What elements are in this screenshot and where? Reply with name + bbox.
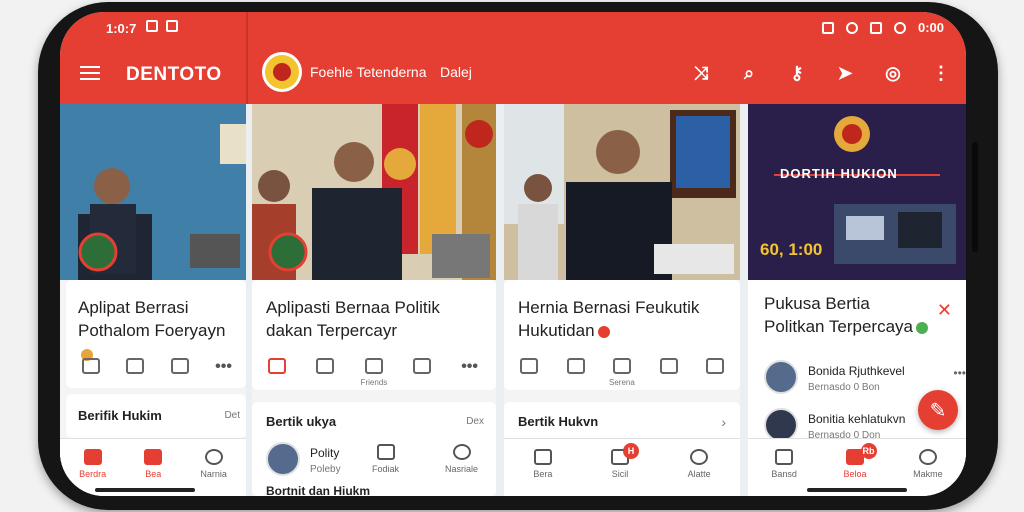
compose-fab[interactable]: ✎ (918, 390, 958, 430)
section-title-3: Bertik Hukvn (518, 414, 599, 429)
avatar (266, 442, 300, 476)
message-icon (166, 20, 178, 32)
avatar (764, 408, 798, 442)
like-icon[interactable] (268, 358, 286, 374)
home-indicator (807, 488, 907, 492)
status-left-icons (146, 20, 178, 32)
nav-home[interactable]: Bera (533, 449, 552, 479)
news-panel-3: Hernia Bernasi Feukutik Hukutidan Serena… (504, 104, 740, 496)
slide-count: 60, 1:00 (760, 240, 823, 259)
save-icon[interactable]: Friends (361, 358, 387, 387)
more-icon[interactable]: ••• (953, 366, 966, 380)
key-icon[interactable]: ⚷ (786, 62, 808, 84)
app-title: DENTOTO (126, 64, 222, 85)
news-panel-1: Aplipat Berrasi Pothalom Foeryayn ••• Be… (60, 104, 246, 496)
news-panel-2: Aplipasti Bernaa Politik dakan Terpercay… (252, 104, 496, 496)
more-icon[interactable]: ••• (461, 358, 478, 376)
close-icon[interactable]: ✕ (937, 300, 952, 321)
home-indicator (95, 488, 195, 492)
appbar-divider (246, 12, 248, 104)
section-title-1: Berifik Hukim (78, 408, 162, 423)
share-icon[interactable] (170, 358, 189, 374)
comment-icon[interactable] (126, 358, 145, 374)
news-photo-2[interactable] (252, 104, 496, 280)
comment-icon[interactable] (566, 358, 585, 374)
nav-news[interactable]: Beloa Rb (843, 443, 877, 479)
section-title-2: Bertik ukya (266, 414, 337, 429)
wifi-icon (845, 21, 858, 34)
org-name: Foehle Tetenderna (310, 64, 427, 80)
org-tag: Dalej (440, 64, 472, 80)
nav-home[interactable]: Bansd (771, 449, 797, 479)
news-card-1[interactable]: Aplipat Berrasi Pothalom Foeryayn ••• (66, 280, 246, 388)
card-actions-3: Serena (520, 358, 724, 387)
notification-badge: Rb (860, 443, 877, 459)
section-card-2[interactable]: Bertik ukya Dex Polity Poleby Fodiak Nas… (252, 402, 496, 496)
nav-profile[interactable]: Nasriale (445, 444, 478, 474)
share-icon[interactable]: ➤ (834, 62, 856, 84)
slide-title: DORTIH HUKION (780, 166, 898, 181)
nav-profile[interactable]: Alatte (688, 449, 711, 479)
more-icon[interactable]: ••• (215, 358, 232, 376)
nav-home[interactable]: Berdra (79, 449, 106, 479)
news-card-2[interactable]: Aplipasti Bernaa Politik dakan Terpercay… (252, 280, 496, 390)
status-clock: 0:00 (917, 20, 944, 35)
like-icon[interactable] (520, 358, 538, 374)
status-time: 1:0:7 (106, 21, 137, 36)
alarm-icon (821, 21, 834, 34)
verified-icon (916, 321, 928, 334)
menu-icon[interactable] (80, 66, 100, 80)
signal-icon (869, 21, 882, 34)
like-icon[interactable] (82, 358, 100, 374)
phone-side-button (972, 142, 978, 252)
headline-2: Aplipasti Bernaa Politik dakan Terpercay… (266, 298, 440, 340)
app-bar: 1:0:7 0:00 DENTOTO Foehle Tetenderna Dal… (60, 12, 966, 104)
device-screen: 1:0:7 0:00 DENTOTO Foehle Tetenderna Dal… (60, 12, 966, 496)
headline-1: Aplipat Berrasi Pothalom Foeryayn (78, 296, 238, 365)
more-icon[interactable]: ⋮ (930, 62, 952, 84)
section-aux-1: Det (224, 410, 240, 421)
list-item[interactable]: Polity Poleby (266, 442, 341, 482)
headline-4: Pukusa Bertia Politkan Terpercaya (764, 292, 934, 338)
nav-news[interactable]: Fodiak (372, 444, 399, 474)
status-right: 0:00 (821, 20, 944, 35)
card-actions-2: Friends ••• (268, 358, 478, 387)
bottom-nav-3: Bera Sicil H Alatte (504, 438, 740, 496)
dot-icon (597, 325, 610, 338)
profile-icon[interactable]: ◎ (882, 62, 904, 84)
section-aux-2: Dex (466, 416, 484, 427)
message-icon[interactable] (659, 358, 678, 374)
notification-badge: H (623, 443, 639, 459)
location-icon (893, 21, 906, 34)
shuffle-icon[interactable]: ⤨ (690, 62, 712, 84)
status-bar: 1:0:7 0:00 (60, 12, 966, 42)
chevron-right-icon[interactable]: › (721, 414, 726, 430)
card-actions-1: ••• (82, 358, 232, 376)
nav-alerts[interactable]: Sicil H (611, 443, 639, 479)
search-icon[interactable]: ⌕ (738, 62, 760, 84)
comment-icon[interactable] (316, 358, 335, 374)
bookmark-icon[interactable] (706, 358, 724, 374)
avatar (764, 360, 798, 394)
save-icon[interactable]: Serena (609, 358, 635, 387)
headline-3: Hernia Bernasi Feukutik Hukutidan (518, 298, 700, 340)
top-actions: ⤨ ⌕ ⚷ ➤ ◎ ⋮ (690, 62, 952, 84)
message-icon[interactable] (412, 358, 431, 374)
news-card-3[interactable]: Hernia Bernasi Feukutik Hukutidan Serena (504, 280, 740, 390)
nav-profile[interactable]: Makme (913, 449, 943, 479)
panel2-nav: Fodiak Nasriale (372, 444, 478, 474)
news-panel-4: DORTIH HUKION 60, 1:00 Pukusa Bertia Pol… (748, 104, 966, 496)
news-photo-3[interactable] (504, 104, 740, 280)
nav-search[interactable]: Narnia (200, 449, 227, 479)
org-logo (262, 52, 302, 92)
nav-news[interactable]: Bea (144, 449, 163, 479)
section-card-1[interactable]: Berifik Hukim Det (66, 394, 246, 438)
notification-icon (146, 20, 158, 32)
news-photo-1[interactable] (60, 104, 246, 280)
list-item-2[interactable]: Bortnit dan Hiukm (266, 484, 370, 496)
